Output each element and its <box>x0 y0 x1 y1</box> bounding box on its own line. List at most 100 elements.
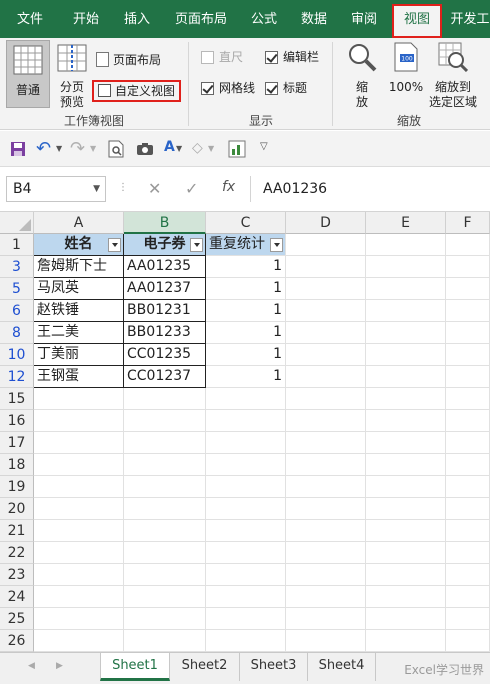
cell[interactable] <box>446 322 490 344</box>
cell[interactable] <box>124 498 206 520</box>
cell[interactable] <box>366 542 446 564</box>
undo-dropdown-icon[interactable]: ▼ <box>56 144 62 153</box>
table-cell[interactable]: 马凤英 <box>34 278 124 300</box>
cell[interactable] <box>286 498 366 520</box>
enter-icon[interactable]: ✓ <box>185 179 198 198</box>
cell[interactable] <box>366 234 446 256</box>
row-header[interactable]: 26 <box>0 630 34 652</box>
cell[interactable] <box>366 564 446 586</box>
table-cell[interactable]: 1 <box>206 322 286 344</box>
normal-view-button[interactable]: 普通 <box>6 40 50 108</box>
cell[interactable] <box>366 278 446 300</box>
column-header-a[interactable]: A <box>34 212 124 234</box>
cell[interactable] <box>34 564 124 586</box>
table-cell[interactable]: 1 <box>206 344 286 366</box>
column-header-d[interactable]: D <box>286 212 366 234</box>
cell[interactable] <box>286 586 366 608</box>
scroll-left-icon[interactable]: ◀ <box>28 661 35 671</box>
row-header[interactable]: 15 <box>0 388 34 410</box>
cell[interactable] <box>366 476 446 498</box>
row-header[interactable]: 20 <box>0 498 34 520</box>
sheet-tab-3[interactable]: Sheet3 <box>240 653 308 681</box>
cell[interactable] <box>286 344 366 366</box>
row-header[interactable]: 10 <box>0 344 34 366</box>
tab-data[interactable]: 数据 <box>294 0 334 38</box>
row-header[interactable]: 5 <box>0 278 34 300</box>
cell[interactable] <box>124 608 206 630</box>
gridlines-checkbox[interactable] <box>201 82 214 95</box>
insert-function-icon[interactable]: fx <box>222 179 235 195</box>
spelling-dropdown-icon[interactable]: ▼ <box>176 144 182 153</box>
tab-review[interactable]: 审阅 <box>344 0 384 38</box>
row-header[interactable]: 6 <box>0 300 34 322</box>
table-cell[interactable]: 1 <box>206 256 286 278</box>
print-preview-icon[interactable] <box>108 140 124 162</box>
cell[interactable] <box>446 300 490 322</box>
table-cell[interactable]: CC01235 <box>124 344 206 366</box>
cell[interactable] <box>366 300 446 322</box>
row-header[interactable]: 25 <box>0 608 34 630</box>
cell[interactable] <box>124 586 206 608</box>
row-header[interactable]: 1 <box>0 234 34 256</box>
cell[interactable] <box>446 366 490 388</box>
cell[interactable] <box>286 542 366 564</box>
tab-developer[interactable]: 开发工 <box>450 0 490 38</box>
table-cell[interactable]: 王钢蛋 <box>34 366 124 388</box>
cell[interactable] <box>366 322 446 344</box>
cancel-icon[interactable]: ✕ <box>148 179 161 198</box>
spelling-icon[interactable]: A <box>164 139 175 155</box>
cell[interactable] <box>446 388 490 410</box>
table-cell[interactable]: 王二美 <box>34 322 124 344</box>
cell[interactable] <box>286 322 366 344</box>
cell[interactable] <box>206 476 286 498</box>
table-cell[interactable]: 赵铁锤 <box>34 300 124 322</box>
cell[interactable] <box>366 630 446 652</box>
cell[interactable] <box>446 476 490 498</box>
table-cell[interactable]: 詹姆斯下士 <box>34 256 124 278</box>
tab-page-layout[interactable]: 页面布局 <box>170 0 232 38</box>
save-icon[interactable] <box>10 141 26 161</box>
format-dropdown-icon[interactable]: ▼ <box>208 144 214 153</box>
cell[interactable] <box>34 388 124 410</box>
tab-home[interactable]: 开始 <box>62 0 110 38</box>
cell[interactable] <box>206 410 286 432</box>
cell[interactable] <box>34 608 124 630</box>
cell[interactable] <box>286 410 366 432</box>
cell[interactable] <box>366 366 446 388</box>
row-header[interactable]: 17 <box>0 432 34 454</box>
cell[interactable] <box>206 630 286 652</box>
row-header[interactable]: 8 <box>0 322 34 344</box>
cell[interactable] <box>206 388 286 410</box>
cell[interactable] <box>366 344 446 366</box>
cell[interactable] <box>446 542 490 564</box>
cell[interactable] <box>366 608 446 630</box>
cell[interactable] <box>366 454 446 476</box>
cell[interactable] <box>34 410 124 432</box>
cell[interactable] <box>34 520 124 542</box>
table-header-cell[interactable]: 姓名 <box>34 234 124 256</box>
scroll-right-icon[interactable]: ▶ <box>56 661 63 671</box>
table-cell[interactable]: BB01231 <box>124 300 206 322</box>
cell[interactable] <box>286 608 366 630</box>
redo-dropdown-icon[interactable]: ▼ <box>90 144 96 153</box>
ruler-checkbox[interactable] <box>201 51 214 64</box>
cell[interactable] <box>446 234 490 256</box>
table-cell[interactable]: BB01233 <box>124 322 206 344</box>
cell[interactable] <box>34 542 124 564</box>
cell[interactable] <box>366 388 446 410</box>
cell[interactable] <box>366 256 446 278</box>
cell[interactable] <box>446 454 490 476</box>
worksheet-grid[interactable]: A B C D E F 1 姓名 电子券 重复统计 3 詹姆斯下士 AA01235 1 5 马凤英… <box>0 212 490 652</box>
cell[interactable] <box>286 454 366 476</box>
cell[interactable] <box>446 344 490 366</box>
cell[interactable] <box>366 586 446 608</box>
customize-qat-icon[interactable]: ▽ <box>260 141 268 152</box>
cell[interactable] <box>446 564 490 586</box>
headings-checkbox[interactable] <box>265 82 278 95</box>
cell[interactable] <box>286 234 366 256</box>
cell[interactable] <box>124 564 206 586</box>
row-header[interactable]: 23 <box>0 564 34 586</box>
cell[interactable] <box>124 388 206 410</box>
cell[interactable] <box>446 432 490 454</box>
table-cell[interactable]: 1 <box>206 300 286 322</box>
